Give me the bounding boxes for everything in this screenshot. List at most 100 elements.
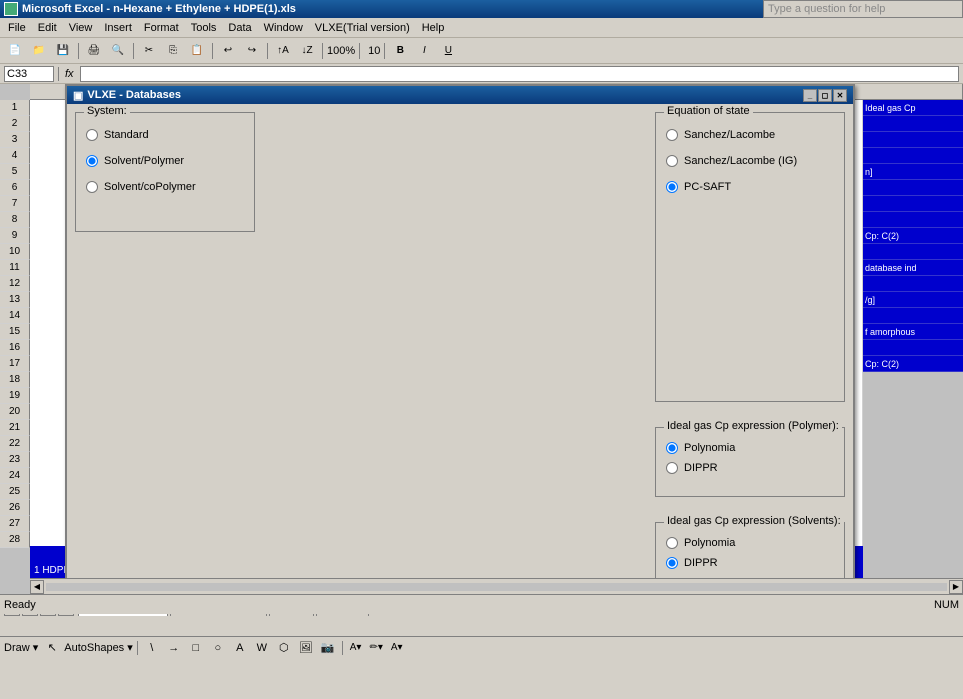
row-24: 24 — [0, 468, 30, 484]
arrow-btn[interactable]: → — [164, 639, 184, 657]
diagram-btn[interactable]: ⬡ — [274, 639, 294, 657]
bold-button[interactable]: B — [389, 41, 411, 61]
toolbar-separator-5 — [322, 43, 323, 59]
underline-button[interactable]: U — [437, 41, 459, 61]
right-row-9: Cp: C(2) — [863, 228, 963, 244]
scroll-track[interactable] — [46, 583, 947, 591]
paste-button[interactable]: 📋 — [186, 41, 208, 61]
sanchez-lacombe-ig-label: Sanchez/Lacombe (IG) — [684, 155, 797, 167]
row-2: 2 — [0, 116, 30, 132]
preview-button[interactable]: 🔍 — [107, 41, 129, 61]
polynomia-s-item[interactable]: Polynomia — [666, 537, 834, 549]
textbox-btn[interactable]: A — [230, 639, 250, 657]
sanchez-lacombe-radio[interactable] — [666, 129, 678, 141]
window-title: Microsoft Excel - n-Hexane + Ethylene + … — [22, 3, 296, 15]
help-search-box[interactable]: Type a question for help — [763, 0, 963, 18]
italic-button[interactable]: I — [413, 41, 435, 61]
dialog-restore-button[interactable]: ◻ — [818, 89, 832, 102]
pc-saft-label: PC-SAFT — [684, 181, 731, 193]
sort-asc-button[interactable]: ↑A — [272, 41, 294, 61]
row-23: 23 — [0, 452, 30, 468]
toolbar-separator-6 — [359, 43, 360, 59]
eos-group: Equation of state Sanchez/Lacombe Sanche… — [655, 112, 845, 402]
row-numbers: 1 2 3 4 5 6 7 8 9 10 11 12 13 14 15 16 1… — [0, 100, 30, 594]
toolbar-separator-7 — [384, 43, 385, 59]
polynomia-s-radio[interactable] — [666, 537, 678, 549]
save-button[interactable]: 💾 — [52, 41, 74, 61]
polynomia-p-radio[interactable] — [666, 442, 678, 454]
fx-label: fx — [65, 68, 74, 80]
standard-radio-item[interactable]: Standard — [86, 129, 244, 141]
toolbar-separator-1 — [78, 43, 79, 59]
line-color-btn[interactable]: ✏▾ — [366, 642, 385, 653]
clipart-btn[interactable]: 🖼 — [296, 639, 316, 657]
scroll-left-btn[interactable]: ◀ — [30, 580, 44, 594]
sanchez-lacombe-ig-item[interactable]: Sanchez/Lacombe (IG) — [666, 155, 834, 167]
solvent-copolymer-radio-item[interactable]: Solvent/coPolymer — [86, 181, 244, 193]
right-row-15: f amorphous — [863, 324, 963, 340]
dippr-p-label: DIPPR — [684, 462, 718, 474]
sanchez-lacombe-item[interactable]: Sanchez/Lacombe — [666, 129, 834, 141]
dialog-minimize-button[interactable]: _ — [803, 89, 817, 102]
dippr-p-radio[interactable] — [666, 462, 678, 474]
menu-window[interactable]: Window — [258, 20, 309, 36]
solvent-polymer-radio-item[interactable]: Solvent/Polymer — [86, 155, 244, 167]
print-button[interactable]: 🖨 — [83, 41, 105, 61]
rect-btn[interactable]: □ — [186, 639, 206, 657]
font-color-btn[interactable]: A▾ — [388, 642, 406, 653]
undo-button[interactable]: ↩ — [217, 41, 239, 61]
fill-color-btn[interactable]: A▾ — [347, 642, 365, 653]
dialog-close-button[interactable]: ✕ — [833, 89, 847, 102]
system-group-label: System: — [84, 105, 130, 117]
menu-edit[interactable]: Edit — [32, 20, 63, 36]
standard-radio[interactable] — [86, 129, 98, 141]
right-row-2 — [863, 116, 963, 132]
row-3: 3 — [0, 132, 30, 148]
row-4: 4 — [0, 148, 30, 164]
redo-button[interactable]: ↪ — [241, 41, 263, 61]
menu-format[interactable]: Format — [138, 20, 185, 36]
right-row-4 — [863, 148, 963, 164]
formula-input[interactable] — [80, 66, 959, 82]
pc-saft-item[interactable]: PC-SAFT — [666, 181, 834, 193]
pc-saft-radio[interactable] — [666, 181, 678, 193]
igcp-solvents-label: Ideal gas Cp expression (Solvents): — [664, 515, 844, 527]
solvent-polymer-radio[interactable] — [86, 155, 98, 167]
draw-toolbar: Draw ▾ ↖ AutoShapes ▾ \ → □ ○ A W ⬡ 🖼 📷 … — [0, 636, 963, 658]
right-blue-panel: Ideal gas Cp n] Cp: C(2) database ind /g… — [863, 100, 963, 372]
solvent-copolymer-radio[interactable] — [86, 181, 98, 193]
dippr-p-item[interactable]: DIPPR — [666, 462, 834, 474]
menu-vlxe[interactable]: VLXE(Trial version) — [309, 20, 416, 36]
standard-label: Standard — [104, 129, 149, 141]
cell-reference[interactable] — [4, 66, 54, 82]
dippr-s-radio[interactable] — [666, 557, 678, 569]
font-size-label: 10 — [368, 45, 380, 57]
right-row-10 — [863, 244, 963, 260]
sanchez-lacombe-ig-radio[interactable] — [666, 155, 678, 167]
menu-insert[interactable]: Insert — [98, 20, 138, 36]
select-btn[interactable]: ↖ — [42, 639, 62, 657]
sort-desc-button[interactable]: ↓Z — [296, 41, 318, 61]
dippr-s-item[interactable]: DIPPR — [666, 557, 834, 569]
scroll-right-btn[interactable]: ▶ — [949, 580, 963, 594]
open-button[interactable]: 📁 — [28, 41, 50, 61]
corner-cell — [30, 84, 60, 99]
copy-button[interactable]: ⎘ — [162, 41, 184, 61]
right-row-16 — [863, 340, 963, 356]
line-btn[interactable]: \ — [142, 639, 162, 657]
menu-file[interactable]: File — [2, 20, 32, 36]
menu-tools[interactable]: Tools — [185, 20, 223, 36]
new-button[interactable]: 📄 — [4, 41, 26, 61]
horizontal-scrollbar[interactable]: ◀ ▶ — [30, 578, 963, 594]
draw-label[interactable]: Draw ▾ — [4, 641, 38, 654]
autoshapes-label[interactable]: AutoShapes ▾ — [64, 641, 133, 654]
menu-data[interactable]: Data — [222, 20, 257, 36]
polynomia-p-item[interactable]: Polynomia — [666, 442, 834, 454]
menu-help[interactable]: Help — [416, 20, 451, 36]
menu-view[interactable]: View — [63, 20, 99, 36]
oval-btn[interactable]: ○ — [208, 639, 228, 657]
vlxe-databases-dialog: ▣ VLXE - Databases _ ◻ ✕ System: Standar… — [65, 84, 855, 594]
cut-button[interactable]: ✂ — [138, 41, 160, 61]
wordart-btn[interactable]: W — [252, 639, 272, 657]
picture-btn[interactable]: 📷 — [318, 639, 338, 657]
